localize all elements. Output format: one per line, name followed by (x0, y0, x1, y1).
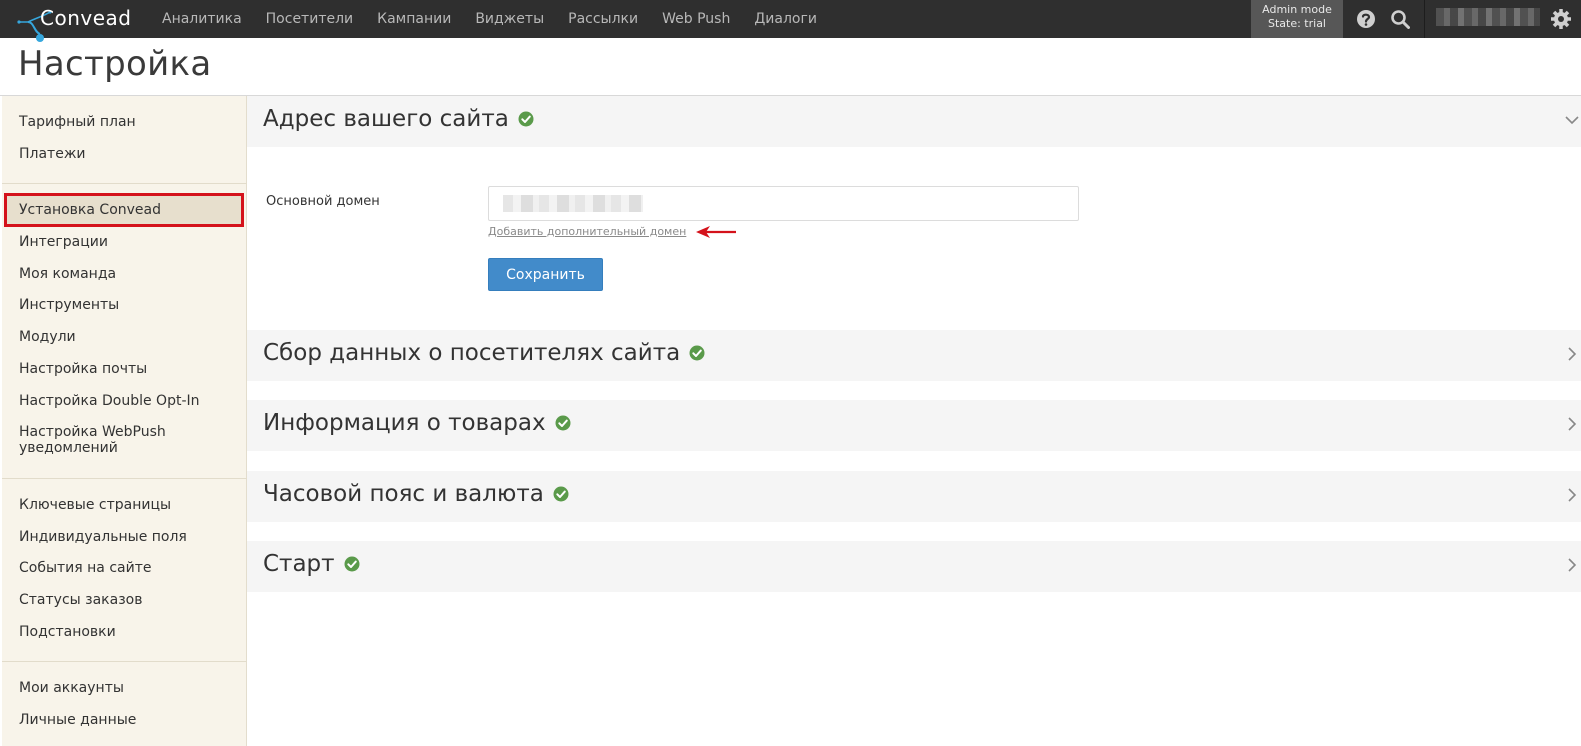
section-title-text: Сбор данных о посетителях сайта (263, 340, 681, 366)
section-title-text: Информация о товарах (263, 410, 546, 436)
sidebar-item-mail-settings[interactable]: Настройка почты (19, 361, 147, 377)
sidebar-divider (2, 478, 247, 479)
settings-sidebar: Тарифный план Платежи Установка Convead … (2, 96, 247, 746)
check-circle-icon (518, 111, 534, 127)
sidebar-item-modules[interactable]: Модули (19, 329, 76, 345)
search-icon[interactable] (1389, 8, 1411, 30)
sidebar-item-substitutions[interactable]: Подстановки (19, 624, 116, 640)
sidebar-item-payments[interactable]: Платежи (19, 146, 86, 162)
primary-domain-label: Основной домен (266, 194, 380, 209)
section-title: Информация о товарах (263, 410, 571, 436)
section-title: Сбор данных о посетителях сайта (263, 340, 705, 366)
gear-icon[interactable] (1550, 8, 1572, 30)
chevron-right-icon (1568, 488, 1577, 502)
sidebar-item-integrations[interactable]: Интеграции (19, 234, 108, 250)
page-title: Настройка (18, 44, 212, 84)
chevron-down-icon (1565, 116, 1579, 125)
primary-domain-input[interactable] (488, 186, 1079, 221)
top-divider (1424, 0, 1425, 38)
admin-mode-label: Admin mode (1262, 3, 1332, 16)
sidebar-item-tariff[interactable]: Тарифный план (19, 114, 136, 130)
sidebar-item-install-convead[interactable]: Установка Convead (19, 202, 161, 218)
user-account-blurred[interactable] (1436, 8, 1540, 26)
check-circle-icon (689, 345, 705, 361)
section-title: Часовой пояс и валюта (263, 481, 569, 507)
nav-item-dialogs[interactable]: Диалоги (742, 11, 829, 27)
section-site-address-header[interactable]: Адрес вашего сайта (247, 96, 1581, 147)
section-start-header[interactable]: Старт (247, 541, 1581, 592)
section-title: Старт (263, 551, 360, 577)
chevron-right-icon (1568, 558, 1577, 572)
logo-text: Convead (40, 6, 132, 30)
nav-item-widgets[interactable]: Виджеты (463, 11, 556, 27)
sidebar-item-tools[interactable]: Инструменты (19, 297, 119, 313)
chevron-right-icon (1568, 347, 1577, 361)
nav-item-campaigns[interactable]: Кампании (365, 11, 463, 27)
sidebar-divider (2, 661, 247, 662)
section-title: Адрес вашего сайта (263, 106, 534, 132)
sidebar-item-double-opt-in[interactable]: Настройка Double Opt-In (19, 393, 200, 409)
domain-value-blurred (503, 195, 643, 212)
section-visitor-data-header[interactable]: Сбор данных о посетителях сайта (247, 330, 1581, 381)
sidebar-item-key-pages[interactable]: Ключевые страницы (19, 497, 171, 513)
check-circle-icon (553, 486, 569, 502)
section-product-info-header[interactable]: Информация о товарах (247, 400, 1581, 451)
check-circle-icon (555, 415, 571, 431)
sidebar-divider (2, 183, 247, 184)
sidebar-item-webpush-settings[interactable]: Настройка WebPush уведомлений (19, 424, 219, 456)
sidebar-item-my-team[interactable]: Моя команда (19, 266, 116, 282)
main-nav: Аналитика Посетители Кампании Виджеты Ра… (150, 0, 829, 38)
sidebar-item-my-accounts[interactable]: Мои аккаунты (19, 680, 124, 696)
check-circle-icon (344, 556, 360, 572)
sidebar-item-order-statuses[interactable]: Статусы заказов (19, 592, 142, 608)
nav-item-analytics[interactable]: Аналитика (150, 11, 254, 27)
help-icon[interactable] (1355, 8, 1377, 30)
red-arrow-annotation-icon (696, 226, 736, 238)
section-title-text: Часовой пояс и валюта (263, 481, 544, 507)
nav-item-mailings[interactable]: Рассылки (556, 11, 650, 27)
section-title-text: Адрес вашего сайта (263, 106, 509, 132)
section-timezone-currency-header[interactable]: Часовой пояс и валюта (247, 471, 1581, 522)
section-title-text: Старт (263, 551, 335, 577)
sidebar-item-custom-fields[interactable]: Индивидуальные поля (19, 529, 187, 545)
save-button[interactable]: Сохранить (488, 258, 603, 291)
top-navigation-bar: Convead Аналитика Посетители Кампании Ви… (0, 0, 1581, 42)
nav-item-web-push[interactable]: Web Push (650, 11, 742, 27)
nav-item-visitors[interactable]: Посетители (254, 11, 365, 27)
admin-mode-badge[interactable]: Admin mode State: trial (1251, 0, 1343, 38)
sidebar-item-personal-data[interactable]: Личные данные (19, 712, 136, 728)
add-extra-domain-link[interactable]: Добавить дополнительный домен (488, 225, 686, 238)
sidebar-item-site-events[interactable]: События на сайте (19, 560, 151, 576)
state-label: State: trial (1267, 17, 1326, 30)
chevron-right-icon (1568, 417, 1577, 431)
